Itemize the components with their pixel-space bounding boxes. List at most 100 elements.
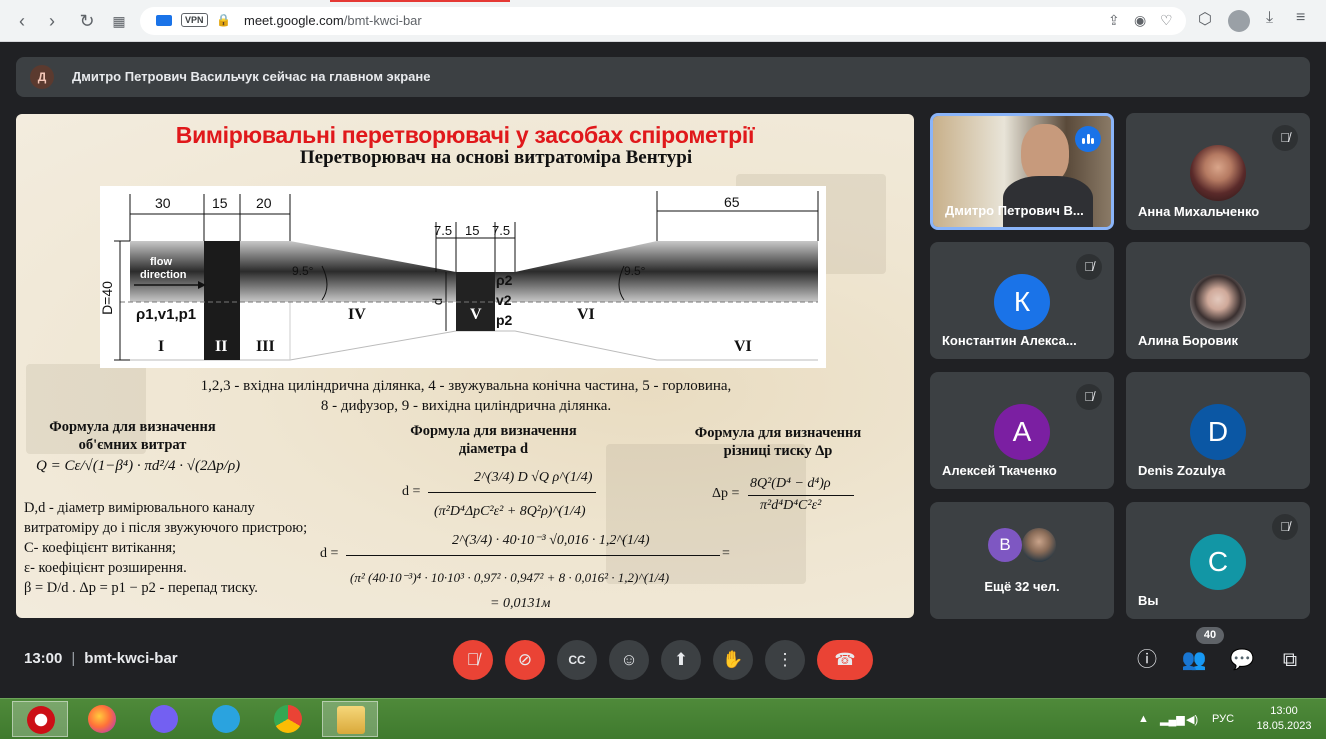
volume-icon[interactable]: ◀) xyxy=(1186,713,1198,726)
more-vert-icon: ⋮ xyxy=(776,650,794,669)
share-icon[interactable]: ⇪ xyxy=(1108,12,1120,29)
dim-label: 7.5 xyxy=(492,223,511,238)
fraction-bar xyxy=(748,495,854,496)
more-options-button[interactable]: ⋮ xyxy=(765,640,805,680)
forward-icon[interactable]: › xyxy=(40,9,64,33)
diagram-caption: 1,2,3 - вхідна циліндрична ділянка, 4 - … xyxy=(200,378,732,414)
shared-screen[interactable]: Вимірювальні перетворювачі у засобах спі… xyxy=(16,114,914,618)
section-label: VI xyxy=(577,306,595,323)
menu-icon[interactable]: ≡ xyxy=(1296,9,1305,27)
activities-icon[interactable]: ⧉ xyxy=(1277,647,1303,673)
participant-name: Анна Михальченко xyxy=(1138,204,1260,219)
camera-indicator-icon xyxy=(156,15,172,26)
taskbar-chrome[interactable] xyxy=(260,701,316,737)
pressure-formula-heading: Формула для визначення різниці тиску Δp xyxy=(694,425,862,459)
telegram-icon xyxy=(212,705,240,733)
leave-call-button[interactable]: ☎ xyxy=(817,640,873,680)
diameter-label: D=40 xyxy=(98,281,115,315)
cube-icon[interactable]: ⬡ xyxy=(1198,9,1212,29)
flow-formula-heading: Формула для визначення об'ємних витрат xyxy=(49,419,216,453)
url-text[interactable]: meet.google.com/bmt-kwci-bar xyxy=(244,13,422,28)
taskbar-firefox[interactable] xyxy=(74,701,130,737)
screenshot-icon[interactable]: ◉ xyxy=(1134,12,1146,29)
active-tab-indicator xyxy=(330,0,510,2)
participant-tile[interactable]: 🎙̸ Анна Михальченко xyxy=(1126,113,1310,230)
flow-label: flow xyxy=(150,256,172,268)
participant-tile-presenter[interactable]: Дмитро Петрович В... xyxy=(930,113,1114,230)
calc-numerator: 2^(3/4) · 40·10⁻³ √0,016 · 1,2^(1/4) xyxy=(452,533,650,548)
taskbar-telegram[interactable] xyxy=(198,701,254,737)
meeting-info: 13:00 | bmt-kwci-bar xyxy=(24,650,178,667)
self-tile[interactable]: 🎙̸ C Вы xyxy=(1126,502,1310,619)
section-label: II xyxy=(215,338,228,355)
folder-icon xyxy=(337,706,365,734)
calc-denominator: (π² (40·10⁻³)⁴ · 10·10³ · 0,97² · 0,947²… xyxy=(350,570,670,585)
camera-toggle-button[interactable]: ⊘ xyxy=(505,640,545,680)
present-screen-icon: ⬆ xyxy=(673,650,689,669)
back-icon[interactable]: ‹ xyxy=(10,9,34,33)
reactions-button[interactable]: ☺ xyxy=(609,640,649,680)
lock-icon[interactable]: 🔒 xyxy=(216,13,231,27)
meeting-controls-bar: 13:00 | bmt-kwci-bar 🎙̸ ⊘ CC ☺ ⬆ ✋ ⋮ ☎ ⓘ 4… xyxy=(0,620,1326,698)
slide-subtitle: Перетворювач на основі витратоміра Венту… xyxy=(299,147,693,168)
meeting-code: bmt-kwci-bar xyxy=(84,650,178,667)
download-icon[interactable]: ⤓ xyxy=(1266,9,1273,27)
participant-tile[interactable]: D Denis Zozulya xyxy=(1126,372,1310,489)
venturi-drawing xyxy=(114,191,819,361)
mic-off-icon: 🎙̸ xyxy=(466,650,480,669)
background-decoration xyxy=(606,444,806,584)
more-participants-tile[interactable]: В Ещё 32 чел. xyxy=(930,502,1114,619)
flow-formula: Q = Cε/√(1−β⁴) · πd²/4 · √(2Δp/ρ) xyxy=(36,458,241,474)
dim-label: 15 xyxy=(465,223,480,238)
self-name: Вы xyxy=(1138,593,1159,608)
throat-param: ρ2 xyxy=(496,272,513,288)
tabs-grid-icon[interactable]: ▦ xyxy=(107,9,131,33)
captions-icon: CC xyxy=(568,653,586,667)
system-clock[interactable]: 13:00 18.05.2023 xyxy=(1252,704,1316,734)
taskbar-opera[interactable] xyxy=(12,701,68,737)
diameter-formula-denominator: (π²D⁴ΔpC²ε² + 8Q²ρ)^(1/4) xyxy=(434,504,586,519)
flow-label: direction xyxy=(140,269,187,281)
participant-name: Алексей Ткаченко xyxy=(942,463,1057,478)
dim-label: 20 xyxy=(256,195,272,211)
mic-off-icon: 🎙̸ xyxy=(1272,125,1298,151)
participant-tile[interactable]: 🎙̸ К Константин Алекса... xyxy=(930,242,1114,359)
participant-name: Дмитро Петрович В... xyxy=(945,203,1084,218)
opera-icon xyxy=(27,706,55,734)
emoji-icon: ☺ xyxy=(620,650,638,669)
people-icon[interactable]: 👥 xyxy=(1181,647,1207,673)
participant-tile[interactable]: 🎙̸ А Алексей Ткаченко xyxy=(930,372,1114,489)
section-label: V xyxy=(470,306,482,323)
hand-icon: ✋ xyxy=(722,650,744,669)
tray-arrow-icon[interactable]: ▲ xyxy=(1138,713,1149,725)
diameter-formula-numerator: 2^(3/4) D √Q ρ^(1/4) xyxy=(474,470,593,485)
taskbar-explorer[interactable] xyxy=(322,701,378,737)
speaking-indicator-icon xyxy=(1075,126,1101,152)
present-button[interactable]: ⬆ xyxy=(661,640,701,680)
participant-avatar: В xyxy=(988,528,1022,562)
calc-result: = 0,0131м xyxy=(490,596,551,611)
mic-off-icon: 🎙̸ xyxy=(1272,514,1298,540)
participant-tile[interactable]: Алина Боровик xyxy=(1126,242,1310,359)
reload-icon[interactable]: ↻ xyxy=(75,9,99,33)
language-indicator[interactable]: РУС xyxy=(1212,713,1234,725)
address-bar[interactable]: VPN 🔒 meet.google.com/bmt-kwci-bar ⇪ ◉ ♡ xyxy=(140,7,1186,35)
info-icon[interactable]: ⓘ xyxy=(1134,647,1160,673)
throat-diameter-label: d xyxy=(430,297,446,306)
fraction-bar xyxy=(428,492,596,493)
throat-param: p2 xyxy=(496,312,513,328)
heart-icon[interactable]: ♡ xyxy=(1160,12,1173,29)
mic-toggle-button[interactable]: 🎙̸ xyxy=(453,640,493,680)
section-label: IV xyxy=(348,306,366,323)
camera-off-icon: ⊘ xyxy=(517,650,533,669)
vpn-badge[interactable]: VPN xyxy=(181,13,208,27)
participant-name: Denis Zozulya xyxy=(1138,463,1226,478)
raise-hand-button[interactable]: ✋ xyxy=(713,640,753,680)
profile-avatar[interactable] xyxy=(1228,10,1250,32)
chat-icon[interactable]: 💬 xyxy=(1229,647,1255,673)
hang-up-icon: ☎ xyxy=(834,650,856,669)
participant-avatar-photo xyxy=(1022,528,1056,562)
network-icon[interactable]: ▂▄▆ xyxy=(1160,713,1185,726)
taskbar-viber[interactable] xyxy=(136,701,192,737)
captions-button[interactable]: CC xyxy=(557,640,597,680)
